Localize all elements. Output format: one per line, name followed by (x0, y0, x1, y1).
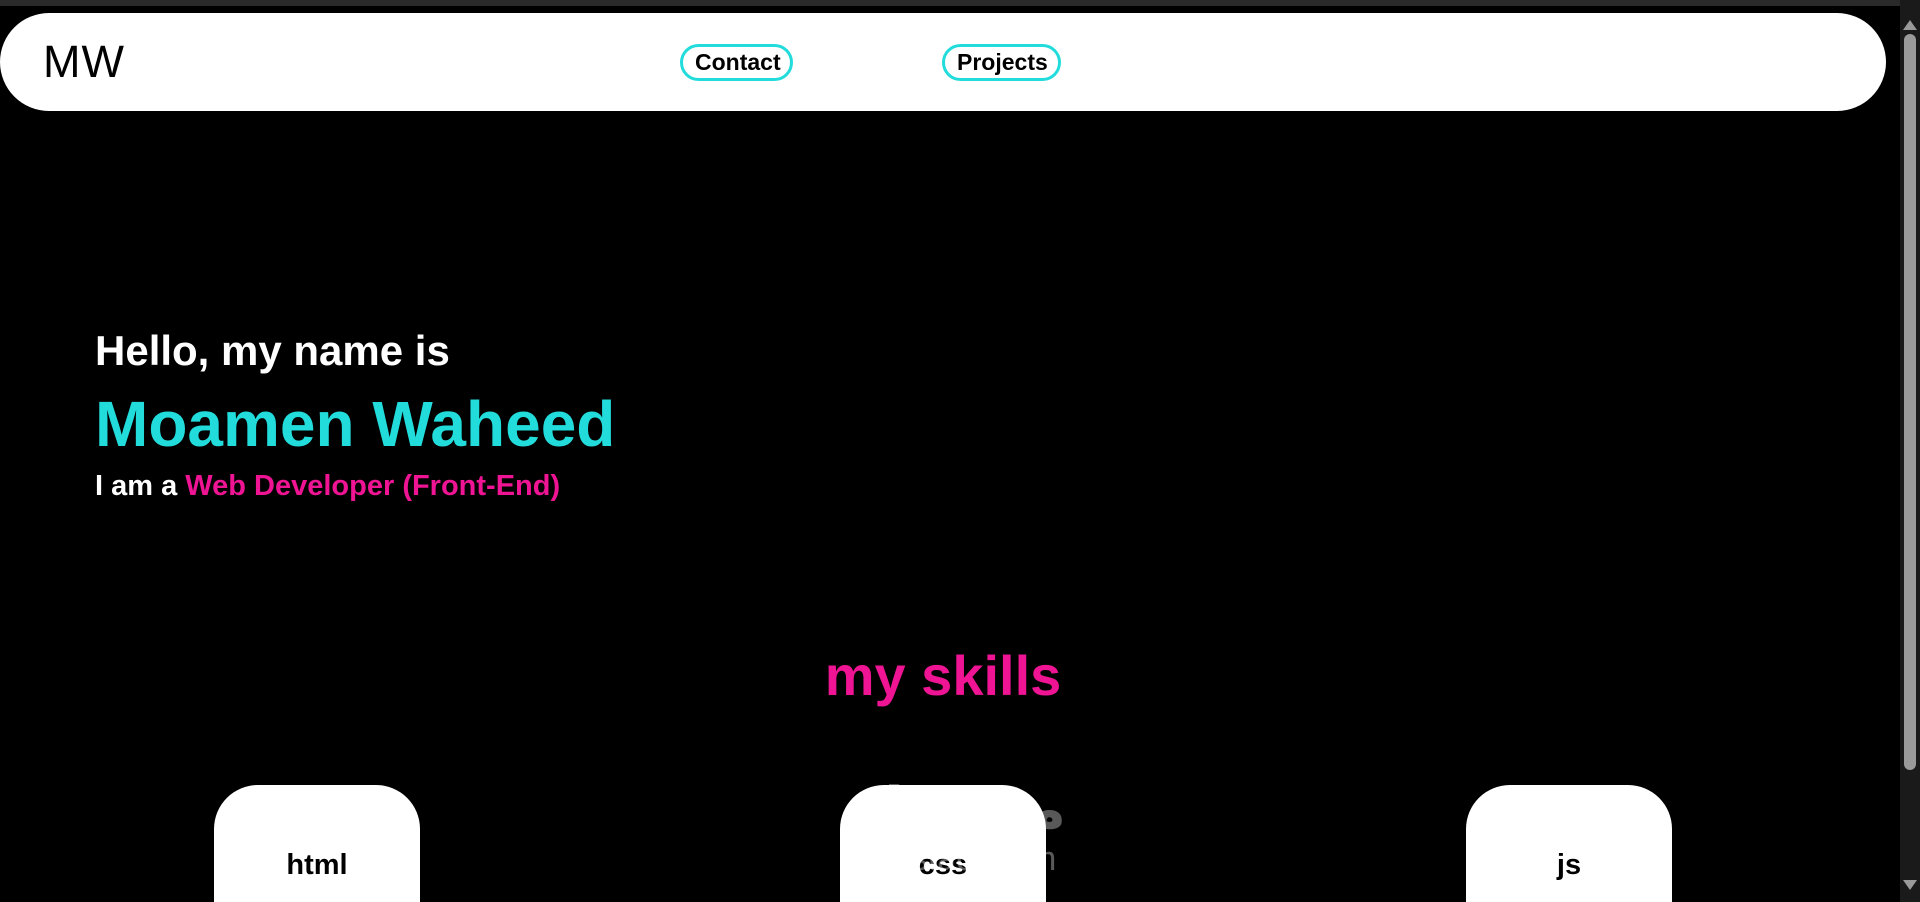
page-viewport: MW Contact Projects Hello, my name is Mo… (0, 0, 1920, 902)
scroll-up-arrow-icon[interactable] (1903, 20, 1917, 30)
vertical-scrollbar[interactable] (1900, 0, 1920, 902)
skill-label: js (1556, 849, 1582, 881)
nav-projects-button[interactable]: Projects (942, 44, 1061, 81)
scroll-down-arrow-icon[interactable] (1903, 880, 1917, 890)
hero-role-prefix: I am a (95, 470, 178, 502)
navbar: MW Contact Projects (0, 13, 1886, 111)
skills-title: my skills (824, 644, 1062, 707)
window-top-edge (0, 0, 1920, 6)
nav-contact-button[interactable]: Contact (680, 44, 793, 81)
skill-label: html (286, 849, 348, 881)
skill-card-js: js (1466, 785, 1672, 902)
hero-role-line: I am a Web Developer (Front-End) (95, 472, 615, 501)
hero-greeting: Hello, my name is (95, 327, 450, 374)
hero-role-title: Web Developer (Front-End) (185, 470, 561, 502)
skill-card-html: html (214, 785, 420, 902)
hero-name: Moamen Waheed (95, 388, 616, 460)
site-logo[interactable]: MW (43, 39, 125, 84)
scroll-thumb[interactable] (1904, 34, 1916, 770)
skill-card-css: css (840, 785, 1046, 902)
skill-label: css (918, 849, 968, 881)
hero-section: Hello, my name is Moamen Waheed I am a W… (95, 330, 615, 501)
